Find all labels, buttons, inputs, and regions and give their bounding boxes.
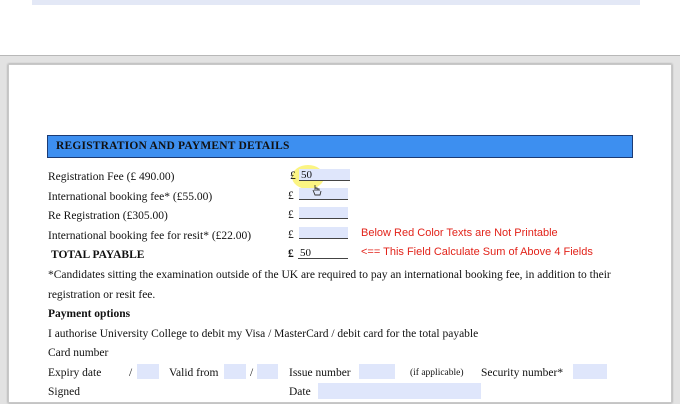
payment-options-heading: Payment options: [48, 308, 131, 320]
valid-from-year-input[interactable]: [257, 364, 278, 379]
not-printable-note: Below Red Color Texts are Not Printable: [361, 227, 558, 239]
total-label: TOTAL PAYABLE: [51, 249, 145, 261]
re-registration-fee-input[interactable]: [299, 207, 348, 219]
security-number-label: Security number*: [481, 367, 564, 379]
security-number-input[interactable]: [573, 364, 607, 379]
resit-booking-fee-input[interactable]: [299, 227, 348, 239]
pound-sign: £: [288, 229, 294, 241]
fee-label-international-booking: International booking fee* (£55.00): [48, 191, 213, 203]
issue-number-input[interactable]: [359, 364, 395, 379]
hand-cursor-icon: [312, 185, 322, 196]
fee-label-registration: Registration Fee (£ 490.00): [48, 171, 175, 183]
card-number-label: Card number: [48, 347, 109, 359]
valid-from-slash: /: [250, 367, 254, 379]
total-payable-field[interactable]: 50: [298, 247, 348, 259]
section-title: REGISTRATION AND PAYMENT DETAILS: [56, 140, 290, 152]
issue-number-label: Issue number: [289, 367, 351, 379]
disclaimer-text: *Candidates sitting the examination outs…: [48, 269, 611, 281]
valid-from-label: Valid from: [169, 367, 219, 379]
section-header: REGISTRATION AND PAYMENT DETAILS: [47, 135, 633, 158]
fee-label-re-registration: Re Registration (£305.00): [48, 210, 168, 222]
valid-from-month-input[interactable]: [224, 364, 246, 379]
signed-label: Signed: [48, 386, 80, 398]
date-input[interactable]: [318, 383, 481, 399]
top-toolbar-strip: [32, 0, 640, 5]
fee-label-resit-booking: International booking fee for resit* (£2…: [48, 230, 252, 242]
registration-fee-input[interactable]: 50: [299, 169, 350, 181]
authorise-text: I authorise University College to debit …: [48, 328, 479, 340]
if-applicable-note: (if applicable): [410, 368, 464, 378]
disclaimer-text-continued: registration or resit fee.: [48, 289, 156, 301]
date-label: Date: [289, 386, 311, 398]
international-booking-fee-input[interactable]: [299, 188, 348, 200]
pound-sign: £: [290, 170, 296, 182]
expiry-slash: /: [129, 367, 133, 379]
expiry-year-input[interactable]: [137, 364, 159, 379]
pound-sign: £: [288, 209, 294, 221]
sum-field-note: <== This Field Calculate Sum of Above 4 …: [361, 246, 593, 258]
pound-sign: £: [288, 190, 294, 202]
expiry-date-label: Expiry date: [48, 367, 102, 379]
pound-sign: £: [288, 248, 294, 260]
